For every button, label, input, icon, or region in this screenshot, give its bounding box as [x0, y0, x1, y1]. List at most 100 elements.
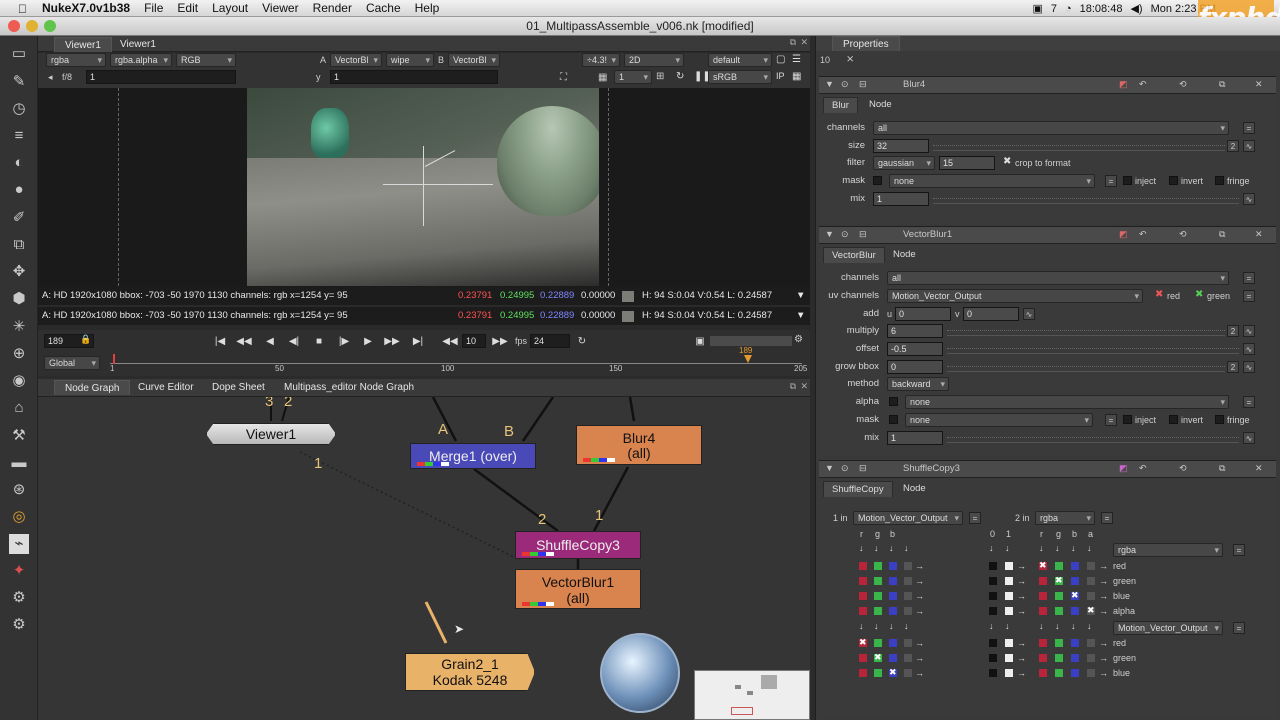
out1-one-swatch[interactable] [1005, 592, 1013, 600]
blur-filter-dropdown[interactable]: gaussian [873, 156, 935, 170]
frame-ruler[interactable] [110, 350, 802, 364]
out2-in1-swatch[interactable] [904, 654, 912, 662]
blur4-node-icon[interactable]: ⊟ [859, 79, 867, 90]
out2-one-swatch[interactable] [1005, 639, 1013, 647]
info-a-menu-icon[interactable]: ▼ [796, 287, 805, 305]
plugin-grey-icon[interactable]: ⚙ [9, 588, 29, 608]
out1-in2-swatch[interactable] [1055, 607, 1063, 615]
status-icon-a[interactable]: ▣ [1032, 2, 1042, 15]
blur-mix-field[interactable]: 1 [873, 192, 929, 206]
blur-mask-checkbox[interactable] [873, 176, 882, 185]
toolsets-tool-icon[interactable]: ⌂ [9, 398, 29, 418]
draw-tool-icon[interactable]: ✎ [9, 72, 29, 92]
vb-mask-dropdown[interactable]: none [905, 413, 1093, 427]
shuffle-tab-node[interactable]: Node [895, 481, 934, 497]
out1-one-swatch[interactable] [1005, 562, 1013, 570]
vb-mix-field[interactable]: 1 [887, 431, 943, 445]
plugin-grey2-icon[interactable]: ⚙ [9, 615, 29, 635]
out2-in1-swatch[interactable] [889, 654, 897, 662]
blur-channels-menu-button[interactable]: = [1243, 122, 1255, 134]
out2-zero-swatch[interactable] [989, 654, 997, 662]
blur4-close-icon[interactable]: ✕ [1255, 79, 1263, 90]
shuffle-in2-menu-button[interactable]: = [1101, 512, 1113, 524]
vectorblur1-color-swatch[interactable]: ◩ [1119, 229, 1128, 240]
blur-mix-anim-button[interactable]: ∿ [1243, 193, 1255, 205]
shufflecopy3-node[interactable]: ShuffleCopy3 [515, 531, 641, 559]
particles-tool-icon[interactable]: ✳ [9, 317, 29, 337]
viewer1-node[interactable]: Viewer1 [206, 423, 336, 445]
out2-in1-swatch[interactable] [889, 639, 897, 647]
out2-in2-swatch[interactable] [1039, 654, 1047, 662]
vectorblur1-node-icon[interactable]: ⊟ [859, 229, 867, 240]
shuffle-in2-dropdown[interactable]: rgba [1035, 511, 1095, 525]
vb-offset-anim-button[interactable]: ∿ [1243, 343, 1255, 355]
out1-one-swatch[interactable] [1005, 577, 1013, 585]
shufflecopy3-name-field[interactable]: ShuffleCopy3 [903, 463, 960, 474]
out2-in2-swatch[interactable] [1071, 669, 1079, 677]
out2-in2-swatch[interactable] [1087, 654, 1095, 662]
out1-in1-swatch[interactable] [874, 577, 882, 585]
downrez-dropdown[interactable]: 1 [614, 70, 652, 84]
shufflecopy3-collapse-icon[interactable]: ▼ [825, 463, 834, 473]
out2-one-swatch[interactable] [1005, 654, 1013, 662]
shuffle-out1-menu-button[interactable]: = [1233, 544, 1245, 556]
status-num[interactable]: 7 [1051, 3, 1057, 15]
out1-in1-swatch[interactable] [874, 592, 882, 600]
vectorblur1-name-field[interactable]: VectorBlur1 [903, 229, 952, 240]
out1-one-swatch[interactable] [1005, 607, 1013, 615]
vb-channels-dropdown[interactable]: all [887, 271, 1229, 285]
vectorblur1-tab-node[interactable]: Node [885, 247, 924, 263]
channel-tool-icon[interactable]: ≡ [9, 126, 29, 146]
prev-frame-button[interactable]: ◀ [260, 334, 280, 349]
out1-zero-swatch[interactable] [989, 592, 997, 600]
vb-offset-field[interactable]: -0.5 [887, 342, 943, 356]
out2-one-swatch[interactable] [1005, 669, 1013, 677]
metadata-tool-icon[interactable]: ◉ [9, 371, 29, 391]
blur-size-field[interactable]: 32 [873, 139, 929, 153]
minimize-window-button[interactable] [26, 20, 38, 32]
vb-u-field[interactable]: 0 [895, 307, 951, 321]
transform-tool-icon[interactable]: ✥ [9, 262, 29, 282]
filter-tool-icon[interactable]: ● [9, 180, 29, 200]
out1-in2-swatch[interactable] [1039, 607, 1047, 615]
blur-invert-checkbox[interactable] [1169, 176, 1178, 185]
out1-in2-swatch[interactable] [1039, 577, 1047, 585]
vb-multiply-field[interactable]: 6 [887, 324, 943, 338]
lut-dropdown[interactable]: default [708, 53, 772, 67]
out1-in2-swatch[interactable] [1055, 562, 1063, 570]
out2-in1-swatch[interactable] [859, 654, 867, 662]
furnace-tool-icon[interactable]: ▬ [9, 453, 29, 473]
out1-in2-swatch[interactable] [1087, 577, 1095, 585]
out1-in1-swatch[interactable] [889, 607, 897, 615]
close-window-button[interactable] [8, 20, 20, 32]
shuffle-check-icon[interactable]: ✖ [1055, 573, 1063, 587]
out1-zero-swatch[interactable] [989, 607, 997, 615]
graph-float-icon[interactable]: ⧉ [790, 381, 796, 392]
blur4-tab-node[interactable]: Node [861, 97, 900, 113]
time-tool-icon[interactable]: ◷ [9, 99, 29, 119]
merge-tool-icon[interactable]: ⧉ [9, 235, 29, 255]
node-graph-canvas[interactable]: 3 2 1 A B 2 1 Viewer1 Merge1 (over) Blur… [38, 397, 810, 720]
scope-dropdown[interactable]: Global [44, 356, 100, 370]
blur-mask-menu-button[interactable]: = [1105, 175, 1117, 187]
out2-in2-swatch[interactable] [1071, 654, 1079, 662]
wifi-icon[interactable]: ◔ [1065, 3, 1072, 15]
tab-viewer1[interactable]: Viewer1 [54, 37, 112, 52]
roi-icon[interactable]: ▢ [776, 54, 785, 65]
out2-in2-swatch[interactable] [1087, 639, 1095, 647]
vb-growbbox-slider[interactable] [947, 360, 1225, 372]
shufflecopy3-viewer-icon[interactable]: ⊙ [841, 463, 849, 474]
info-b-menu-icon[interactable]: ▼ [796, 307, 805, 325]
vb-uv-dropdown[interactable]: Motion_Vector_Output [887, 289, 1143, 303]
shufflecopy3-node-icon[interactable]: ⊟ [859, 463, 867, 474]
vb-inject-checkbox[interactable] [1123, 415, 1132, 424]
out2-zero-swatch[interactable] [989, 669, 997, 677]
out1-zero-swatch[interactable] [989, 577, 997, 585]
out1-zero-swatch[interactable] [989, 562, 997, 570]
out2-in1-swatch[interactable] [904, 669, 912, 677]
out1-in2-swatch[interactable] [1039, 592, 1047, 600]
out1-in1-swatch[interactable] [859, 607, 867, 615]
out1-in1-swatch[interactable] [904, 562, 912, 570]
menu-file[interactable]: File [144, 1, 163, 15]
shuffle-out1-dropdown[interactable]: rgba [1113, 543, 1223, 557]
